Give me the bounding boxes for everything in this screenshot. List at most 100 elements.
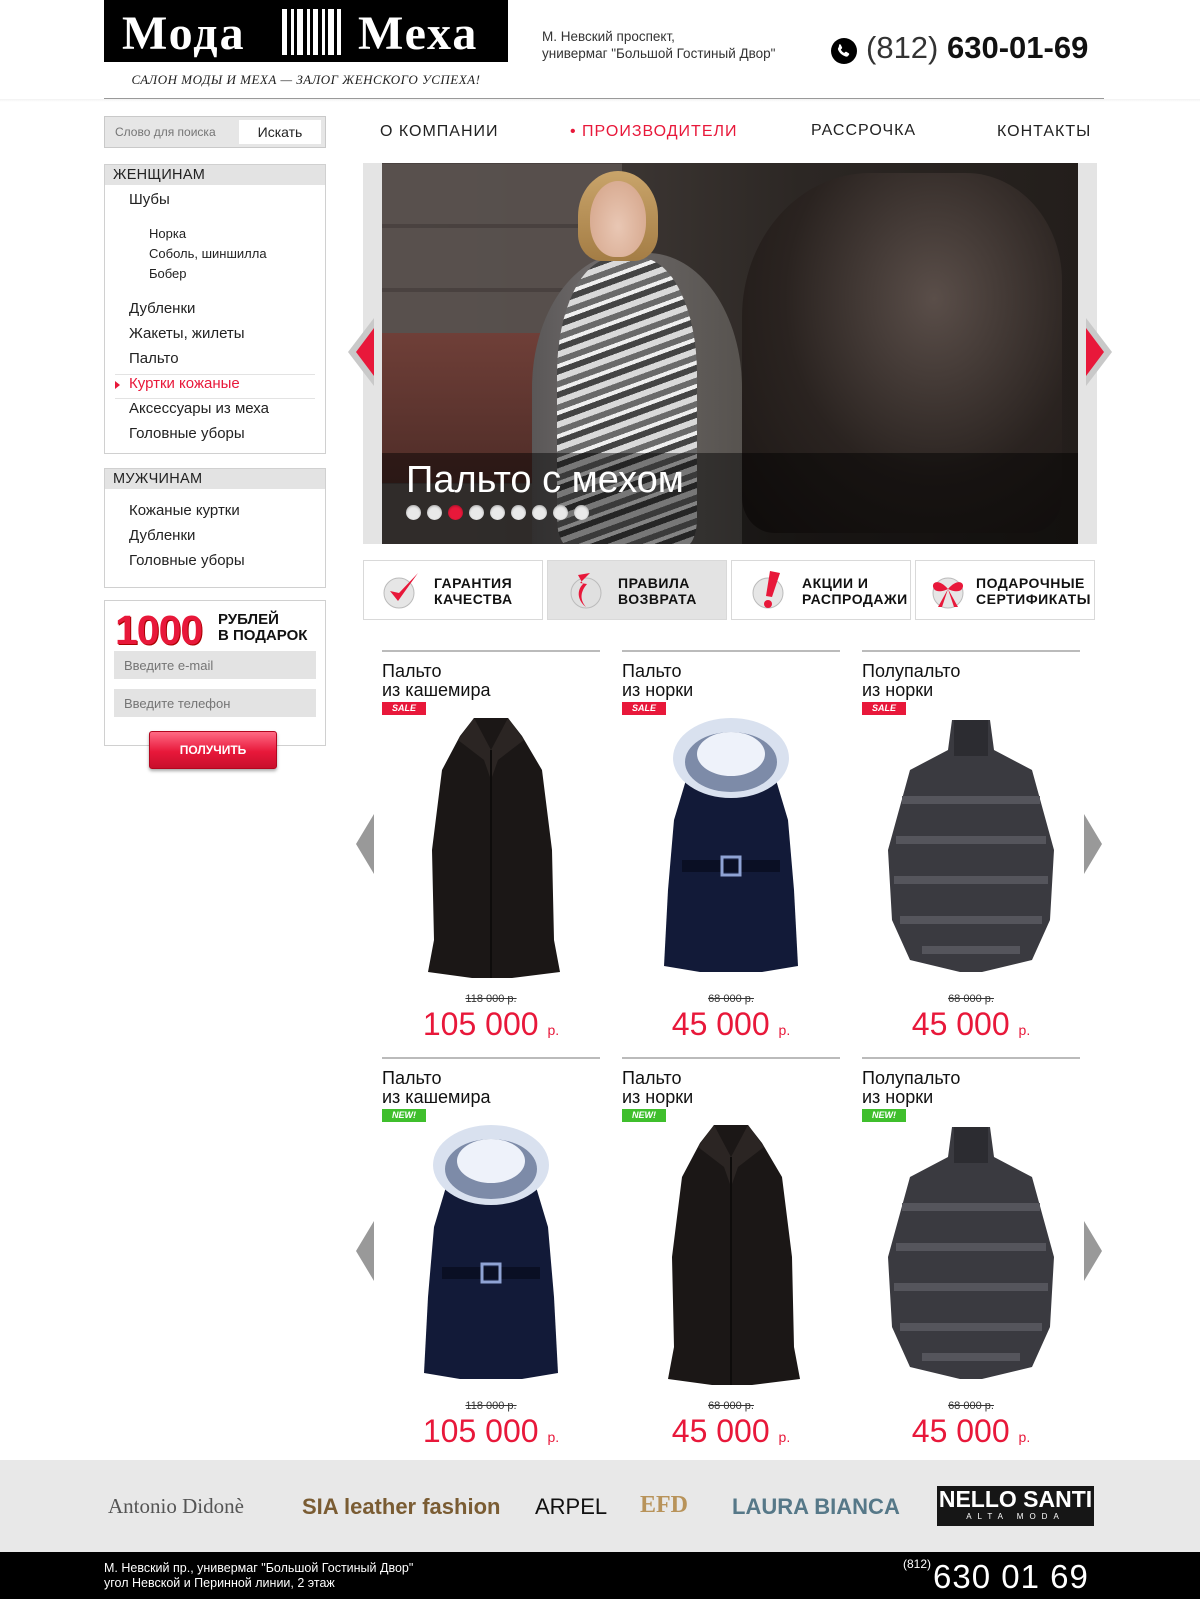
promo-submit-button[interactable]: ПОЛУЧИТЬ [149,731,277,769]
logo[interactable]: Мода Меха [104,0,508,62]
product-price-value: 45 000 [911,1413,1010,1449]
slider-dot[interactable] [427,505,442,520]
product-price-currency: р. [547,1429,560,1445]
brand-sia-leather[interactable]: SIA leather fashion [302,1494,500,1520]
promo-text: РУБЛЕЙ В ПОДАРОК [218,612,307,644]
women-item-palto[interactable]: Пальто [129,350,179,367]
products-prev-arrow-icon[interactable] [354,812,376,876]
product-price-currency: р. [778,1022,791,1038]
product-image [424,1125,558,1379]
nav-about[interactable]: О КОМПАНИИ [380,123,499,141]
slide-image[interactable]: Пальто с мехом [382,163,1078,544]
slider-next-arrow-icon[interactable] [1082,312,1116,392]
women-item-dublenki[interactable]: Дубленки [129,300,195,317]
slider-dot[interactable] [406,505,421,520]
promo-phone-input[interactable] [114,689,316,717]
women-sub-norka[interactable]: Норка [149,226,186,241]
product-price-currency: р. [1018,1429,1031,1445]
product-old-price: 118 000 р. [465,1400,517,1412]
product-title: Пальто из кашемира [382,1068,491,1107]
men-item-dublenki[interactable]: Дубленки [129,527,195,544]
slider-dot[interactable] [490,505,505,520]
women-item-shuby[interactable]: Шубы [129,191,170,208]
brand-antonio-didone[interactable]: Antonio Didonè [108,1494,244,1519]
product-price-currency: р. [547,1022,560,1038]
brand-nello-santi-sub: ALTA MODA [966,1512,1065,1521]
feature-label-line1: ГАРАНТИЯ [434,575,513,591]
feature-return-policy[interactable]: ПРАВИЛА ВОЗВРАТА [547,560,727,620]
men-item-golovnye[interactable]: Головные уборы [129,552,245,569]
women-item-golovnye[interactable]: Головные уборы [129,425,245,442]
logo-barcode-icon [282,9,342,55]
product-old-price: 68 000 р. [948,993,994,1005]
nav-contacts[interactable]: КОНТАКТЫ [997,123,1091,141]
header-phone[interactable]: (812) 630-01-69 [866,30,1088,66]
product-image [428,718,560,978]
product-image [888,720,1054,972]
feature-label-line1: ПОДАРОЧНЫЕ [976,575,1085,591]
brand-efd[interactable]: EFD [640,1492,688,1519]
card-top-rule [862,650,1080,652]
footer-address-line1: М. Невский пр., универмаг "Большой Гости… [104,1561,414,1575]
products-next-arrow-icon[interactable] [1082,1219,1104,1283]
women-item-kurtki[interactable]: Куртки кожаные [129,375,240,392]
search-input[interactable] [109,121,239,143]
products-prev-arrow-icon[interactable] [354,1219,376,1283]
product-old-price: 68 000 р. [948,1400,994,1412]
women-sub-bober[interactable]: Бобер [149,266,187,281]
men-item-kurtki[interactable]: Кожаные куртки [129,502,240,519]
feature-label-line1: АКЦИИ И [802,575,869,591]
slider-dot[interactable] [532,505,547,520]
footer: М. Невский пр., универмаг "Большой Гости… [0,1552,1200,1599]
logo-word-meha: Меха [358,7,479,60]
feature-label-line2: ВОЗВРАТА [618,591,697,607]
women-item-aksessuary[interactable]: Аксессуары из меха [129,400,269,417]
nav-manufacturers[interactable]: • ПРОИЗВОДИТЕЛИ [570,123,738,141]
promo-amount: 1000 [115,607,203,653]
slider-dot[interactable] [469,505,484,520]
product-image [664,718,798,972]
women-sub-sobol[interactable]: Соболь, шиншилла [149,246,267,261]
brand-laura-bianca[interactable]: LAURA BIANCA [732,1494,900,1520]
slider-dot-active[interactable] [448,505,463,520]
brand-arpel[interactable]: ARPEL [535,1494,607,1520]
promo-text-line2: В ПОДАРОК [218,627,308,644]
product-title: Полупальто из норки [862,1068,961,1107]
feature-promotions-sales[interactable]: АКЦИИ И РАСПРОДАЖИ [731,560,911,620]
feature-label-line1: ПРАВИЛА [618,575,690,591]
slide-caption: Пальто с мехом [406,459,684,501]
feature-label: АКЦИИ И РАСПРОДАЖИ [802,575,908,607]
product-price-value: 45 000 [911,1006,1010,1042]
slider-dot[interactable] [553,505,568,520]
women-menu-title: ЖЕНЩИНАМ [105,165,325,185]
product-title: Полупальто из норки [862,661,961,700]
products-next-arrow-icon[interactable] [1082,812,1104,876]
product-price-value: 105 000 [422,1006,539,1042]
product-old-price: 68 000 р. [708,993,754,1005]
search-box: Искать [104,116,326,148]
product-price-value: 45 000 [671,1413,770,1449]
product-price: 45 000 р. [862,1006,1080,1043]
slider-dot[interactable] [511,505,526,520]
gift-bow-icon [932,577,964,609]
product-image [888,1127,1054,1379]
search-button[interactable]: Искать [239,120,321,144]
men-menu-title: МУЖЧИНАМ [105,469,325,489]
women-item-zhakety[interactable]: Жакеты, жилеты [129,325,245,342]
exclamation-icon [752,571,784,609]
product-old-price: 68 000 р. [708,1400,754,1412]
product-price-currency: р. [1018,1022,1031,1038]
slider-dot[interactable] [574,505,589,520]
nav-installments[interactable]: РАССРОЧКА [811,122,916,140]
feature-quality-guarantee[interactable]: ГАРАНТИЯ КАЧЕСТВА [363,560,543,620]
promo-email-input[interactable] [114,651,316,679]
product-price: 45 000 р. [622,1006,840,1043]
brand-nello-santi[interactable]: NELLO SANTI ALTA MODA [937,1486,1094,1526]
logo-word-moda: Мода [122,7,246,60]
active-marker-icon [115,381,120,389]
feature-gift-certificates[interactable]: ПОДАРОЧНЫЕ СЕРТИФИКАТЫ [915,560,1095,620]
slider-prev-arrow-icon[interactable] [344,312,378,392]
footer-phone-number[interactable]: 630 01 69 [933,1558,1089,1596]
product-title: Пальто из норки [622,1068,694,1107]
product-price-currency: р. [778,1429,791,1445]
